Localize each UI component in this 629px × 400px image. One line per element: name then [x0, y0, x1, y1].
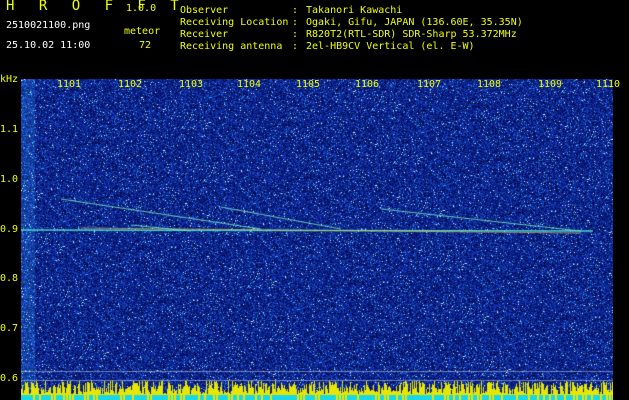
info-location: Receiving Location : Ogaki, Gifu, JAPAN …	[180, 17, 523, 29]
time-tick: 1102	[118, 79, 143, 90]
info-value: 2el-HB9CV Vertical (el. E-W)	[306, 41, 475, 52]
time-tick: 1104	[237, 79, 262, 90]
meteor-count: 72	[139, 40, 152, 51]
freq-tick: 0.9	[0, 224, 19, 235]
spectrogram-canvas	[21, 79, 613, 400]
info-label: Receiver	[180, 29, 229, 40]
time-tick: 1106	[355, 79, 380, 90]
time-tick: 1107	[417, 79, 442, 90]
app-version: 1.0.0	[126, 3, 157, 14]
time-tick: 1105	[296, 79, 321, 90]
time-tick: 1109	[538, 79, 563, 90]
right-margin	[613, 79, 629, 400]
time-tick: 1101	[57, 79, 82, 90]
app-title: H R O F F T	[6, 0, 187, 14]
meteor-label: meteor	[124, 26, 161, 37]
info-value: Takanori Kawachi	[306, 5, 403, 16]
info-value: Ogaki, Gifu, JAPAN (136.60E, 35.35N)	[306, 17, 523, 28]
unit-label: kHz	[0, 74, 19, 85]
info-receiver: Receiver : R820T2(RTL-SDR) SDR-Sharp 53.…	[180, 29, 517, 41]
time-tick: 1108	[477, 79, 502, 90]
info-separator: :	[292, 5, 299, 16]
info-label: Receiving antenna	[180, 41, 283, 52]
time-tick: 1103	[179, 79, 204, 90]
hrofft-window: { "app": { "title": "H R O F F T", "vers…	[0, 0, 629, 400]
info-value: R820T2(RTL-SDR) SDR-Sharp 53.372MHz	[306, 29, 517, 40]
info-separator: :	[292, 17, 299, 28]
info-separator: :	[292, 41, 299, 52]
info-label: Observer	[180, 5, 229, 16]
info-observer: Observer : Takanori Kawachi	[180, 5, 402, 17]
info-label: Receiving Location	[180, 17, 289, 28]
freq-tick: 0.8	[0, 273, 19, 284]
freq-tick: 1.0	[0, 174, 19, 185]
info-separator: :	[292, 29, 299, 40]
file-datetime: 25.10.02 11:00	[6, 40, 91, 51]
info-antenna: Receiving antenna : 2el-HB9CV Vertical (…	[180, 41, 475, 53]
freq-tick: 1.1	[0, 124, 19, 135]
time-tick: 1110	[596, 79, 621, 90]
file-name: 2510021100.png	[6, 20, 91, 31]
freq-tick: 0.6	[0, 373, 19, 384]
freq-tick: 0.7	[0, 323, 19, 334]
